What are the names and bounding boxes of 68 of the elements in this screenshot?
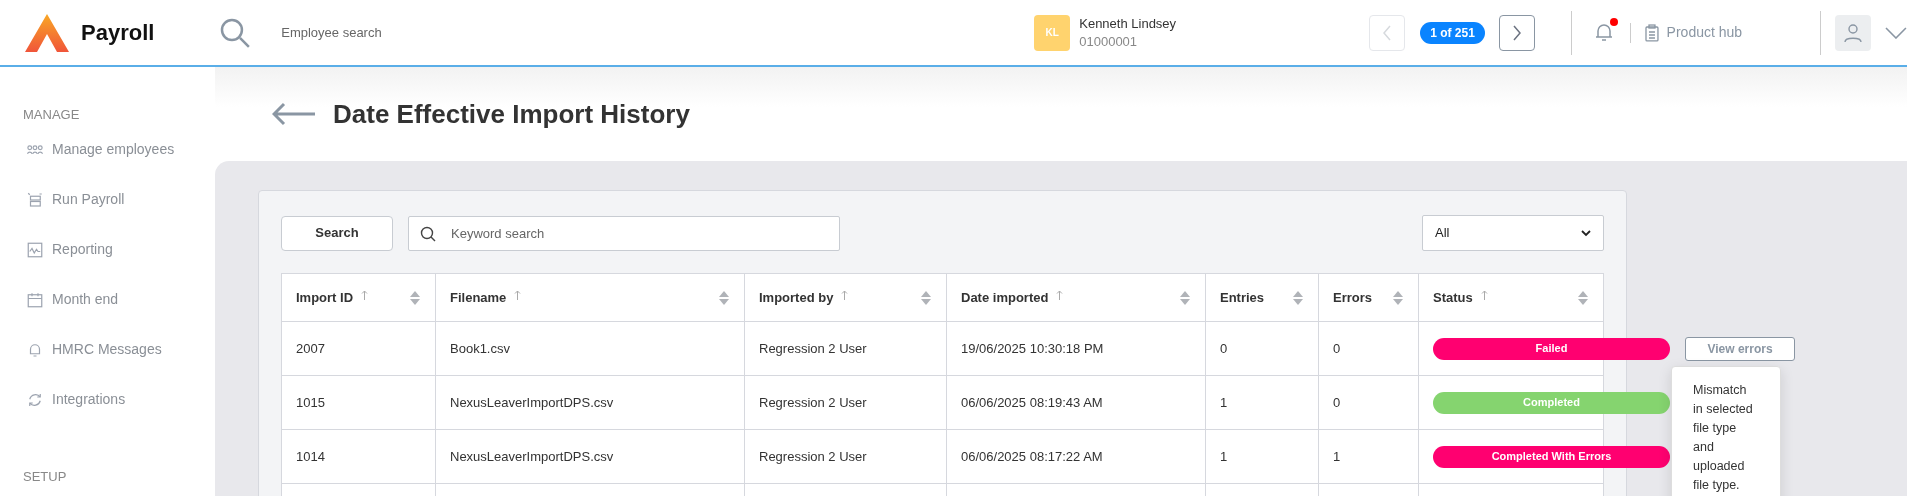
table-cell-text: Regression 2 User [759, 447, 867, 466]
table-cell-text: 1 [1333, 447, 1341, 466]
sort-icon[interactable] [920, 289, 932, 306]
table-cell-text: 0 [1220, 339, 1228, 358]
status-filter-select[interactable]: All [1422, 215, 1604, 251]
error-tooltip: Mismatch in selected file type and uploaded file type. [1671, 366, 1781, 496]
arrow-up-icon [514, 290, 522, 300]
table-cell-text: Regression 2 User [759, 393, 867, 412]
page-counter: 1 of 251 [1420, 21, 1485, 44]
chevron-down-icon [1581, 229, 1591, 237]
sort-icon[interactable] [1577, 289, 1589, 306]
table-cell-text: 1 [1220, 393, 1228, 412]
column-header[interactable]: Import ID [296, 287, 354, 308]
app-name: Payroll [81, 19, 155, 47]
table-cell-text: 0 [1333, 339, 1341, 358]
table-cell-text: 1015 [296, 393, 325, 412]
arrow-up-icon [841, 290, 849, 300]
column-header[interactable]: Errors [1333, 287, 1373, 308]
next-button[interactable] [1498, 14, 1535, 51]
employee-search-field[interactable]: Employee search [281, 22, 581, 43]
chevron-left-icon [1382, 24, 1393, 41]
payroll-icon [26, 190, 44, 209]
employee-number: 01000001 [1079, 32, 1139, 51]
sort-icon[interactable] [1392, 289, 1404, 306]
keyword-search-field[interactable]: Keyword search [408, 215, 840, 251]
table-cell-text: NexusLeaverImportDPS.csv [450, 393, 614, 412]
column-header[interactable]: Status [1433, 287, 1473, 308]
status-badge: Completed [1433, 391, 1670, 414]
table-cell-text: Regression 2 User [759, 339, 867, 358]
back-arrow-icon[interactable] [272, 102, 316, 126]
sort-icon[interactable] [718, 289, 730, 306]
status-badge: Completed With Errors [1433, 445, 1670, 468]
user-avatar[interactable] [1835, 14, 1872, 51]
table-cell-text: 19/06/2025 10:30:18 PM [961, 339, 1104, 358]
user-icon [1844, 22, 1863, 43]
arrow-up-icon [1480, 290, 1488, 300]
table-cell-text: 06/06/2025 08:19:43 AM [961, 393, 1103, 412]
table-cell-text: 06/06/2025 08:17:22 AM [961, 447, 1103, 466]
search-icon [420, 225, 436, 242]
chart-icon [26, 240, 44, 259]
column-header[interactable]: Imported by [759, 287, 834, 308]
sort-icon[interactable] [409, 289, 421, 306]
sort-icon[interactable] [1179, 289, 1191, 306]
employee-name: Kenneth Lindsey [1079, 14, 1178, 33]
column-header[interactable]: Entries [1220, 287, 1265, 308]
status-badge: Failed [1433, 337, 1670, 360]
column-header[interactable]: Date imported [961, 287, 1049, 308]
column-header[interactable]: Filename [450, 287, 507, 308]
section-heading: SETUP [23, 467, 68, 486]
table-cell-text: 0 [1333, 393, 1341, 412]
table-cell-text: 1 [1220, 447, 1228, 466]
chevron-right-icon [1511, 24, 1522, 41]
page-title: Date Effective Import History [333, 97, 690, 131]
table-cell-text: Book1.csv [450, 339, 510, 358]
table-cell-text: 1014 [296, 447, 325, 466]
section-heading: MANAGE [23, 106, 81, 124]
search-button[interactable]: Search [281, 215, 393, 251]
logo-icon [25, 13, 69, 52]
sort-icon[interactable] [1292, 289, 1304, 306]
calendar-icon [26, 290, 44, 309]
clipboard-icon[interactable] [1644, 23, 1659, 42]
chevron-down-icon[interactable] [1885, 26, 1907, 39]
arrow-up-icon [1056, 290, 1064, 300]
table-cell-text: 2007 [296, 339, 325, 358]
table-cell-text: NexusLeaverImportDPS.csv [450, 447, 614, 466]
employee-avatar: KL [1034, 14, 1071, 51]
arrow-up-icon [361, 290, 369, 300]
search-icon[interactable] [219, 16, 252, 49]
